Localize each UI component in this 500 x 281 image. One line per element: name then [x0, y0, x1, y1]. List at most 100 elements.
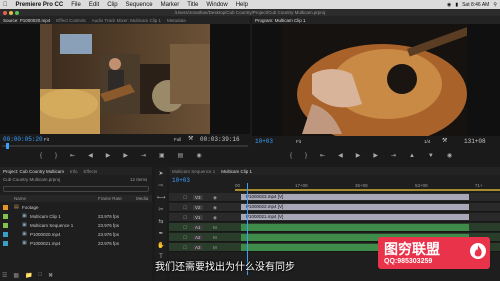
extract-icon[interactable]: ▼ [428, 153, 434, 159]
track-label[interactable]: V2 [193, 205, 203, 210]
menu-marker[interactable]: Marker [161, 2, 180, 8]
pen-tool-icon[interactable]: ✒ [158, 230, 163, 237]
play-icon[interactable]: ▶ [106, 153, 111, 159]
source-fit-dropdown[interactable]: Fit [44, 137, 49, 142]
project-list-item[interactable]: ▣ Multicam Clip 1 23.976 fps [0, 212, 152, 221]
battery-icon[interactable]: ▮ [455, 2, 458, 8]
razor-tool-icon[interactable]: ✂ [158, 206, 163, 213]
eye-icon[interactable]: ◉ [213, 215, 217, 221]
prog-step-forward-icon[interactable]: ▶ [373, 153, 378, 159]
project-list-item[interactable]: ▤ Footage [0, 203, 152, 212]
menu-sequence[interactable]: Sequence [126, 2, 153, 8]
menu-edit[interactable]: Edit [89, 2, 99, 8]
mute-button[interactable]: M [213, 225, 217, 230]
tab-program[interactable]: Program: Multicam Clip 1 [255, 18, 306, 23]
apple-icon[interactable]:  [3, 2, 8, 8]
label-color-swatch[interactable] [3, 241, 8, 246]
source-quality-dropdown[interactable]: Full [174, 137, 181, 142]
header-frame-rate[interactable]: Frame Rate [98, 196, 122, 201]
header-name[interactable]: Name [14, 196, 26, 201]
timeline-clip[interactable]: P1000023.mp4 [V] [241, 194, 469, 200]
step-forward-icon[interactable]: ▶ [123, 153, 128, 159]
search-icon[interactable]: ⚲ [493, 2, 497, 8]
project-search-input[interactable] [3, 186, 149, 192]
project-list-item[interactable]: ▣ P1000020.mp4 23.976 fps [0, 230, 152, 239]
eye-icon[interactable]: ◉ [213, 205, 217, 211]
tab-effects[interactable]: Effects [84, 169, 98, 174]
settings-wrench-icon[interactable]: ⚒ [188, 135, 193, 142]
ripple-edit-tool-icon[interactable]: ⟷ [157, 194, 166, 201]
label-color-swatch[interactable] [3, 223, 8, 228]
tab-audio-mixer[interactable]: Audio Track Mixer: Multicam Clip 1 [92, 18, 161, 23]
eye-icon[interactable]: ◉ [213, 195, 217, 201]
go-to-in-icon[interactable]: ⇤ [70, 153, 75, 159]
track-label[interactable]: A2 [193, 235, 203, 240]
insert-icon[interactable]: ▣ [159, 153, 165, 159]
selection-tool-icon[interactable]: ➤ [158, 170, 163, 177]
program-timecode[interactable]: 10+03 [255, 138, 273, 145]
timeline-clip[interactable]: P1000021.mp4 [V] [241, 214, 469, 220]
timeline-clip[interactable]: P1000022.mp4 [V] [241, 204, 469, 210]
project-list-item[interactable]: ▣ Multicam Sequence 1 23.976 fps [0, 221, 152, 230]
lock-icon[interactable]: ☐ [183, 235, 187, 241]
timeline-timecode[interactable]: 10+03 [172, 177, 190, 184]
menu-title[interactable]: Title [187, 2, 198, 8]
hand-tool-icon[interactable]: ✋ [157, 242, 164, 249]
export-frame-icon[interactable]: ◉ [196, 153, 201, 159]
go-to-out-icon[interactable]: ⇥ [141, 153, 146, 159]
source-playhead[interactable] [6, 143, 9, 149]
program-fit-dropdown[interactable]: Fit [296, 139, 301, 144]
label-color-swatch[interactable] [3, 205, 8, 210]
tab-metadata[interactable]: Metadata [167, 18, 186, 23]
zoom-window-button[interactable] [15, 10, 19, 15]
label-color-swatch[interactable] [3, 214, 8, 219]
track-label[interactable]: V3 [193, 195, 203, 200]
tab-effect-controls[interactable]: Effect Controls [56, 18, 85, 23]
icon-view-icon[interactable]: ▦ [13, 272, 19, 280]
lock-icon[interactable]: ☐ [183, 205, 187, 211]
wifi-icon[interactable]: ◉ [447, 2, 451, 8]
lock-icon[interactable]: ☐ [183, 225, 187, 231]
track-label[interactable]: V1 [193, 215, 203, 220]
slip-tool-icon[interactable]: ⇆ [158, 218, 163, 225]
mute-button[interactable]: M [213, 235, 217, 240]
prog-step-back-icon[interactable]: ◀ [338, 153, 343, 159]
source-viewer[interactable] [0, 24, 250, 134]
app-name[interactable]: Premiere Pro CC [16, 2, 64, 8]
menu-file[interactable]: File [71, 2, 81, 8]
tab-source[interactable]: Source: P1000020.mp4 [3, 18, 50, 23]
step-back-icon[interactable]: ◀ [88, 153, 93, 159]
menu-clip[interactable]: Clip [107, 2, 117, 8]
label-color-swatch[interactable] [3, 232, 8, 237]
prog-mark-in-button[interactable]: { [290, 153, 292, 159]
mute-button[interactable]: M [213, 245, 217, 250]
minimize-window-button[interactable] [9, 10, 13, 15]
trash-icon[interactable]: ✖ [48, 272, 53, 280]
lift-icon[interactable]: ▲ [409, 153, 415, 159]
mark-in-button[interactable]: { [40, 153, 42, 159]
prog-go-to-in-icon[interactable]: ⇤ [320, 153, 325, 159]
source-timecode-in[interactable]: 00:00:05:20 [3, 136, 43, 143]
prog-go-to-out-icon[interactable]: ⇥ [391, 153, 396, 159]
work-area-bar[interactable] [235, 189, 500, 191]
lock-icon[interactable]: ☐ [183, 215, 187, 221]
track-label[interactable]: A3 [193, 245, 203, 250]
menu-clock[interactable]: Sat 8:46 AM [462, 2, 489, 8]
tab-project[interactable]: Project: Cub Country Multicam [3, 169, 64, 174]
new-bin-icon[interactable]: 📁 [25, 272, 32, 280]
tab-info[interactable]: Info [70, 169, 78, 174]
program-viewer[interactable] [252, 24, 500, 144]
track-select-tool-icon[interactable]: ⇨ [158, 182, 163, 189]
overwrite-icon[interactable]: ▤ [178, 153, 184, 159]
prog-play-icon[interactable]: ▶ [356, 153, 361, 159]
lock-icon[interactable]: ☐ [183, 195, 187, 201]
lock-icon[interactable]: ☐ [183, 245, 187, 251]
menu-window[interactable]: Window [206, 2, 227, 8]
program-settings-icon[interactable]: ⚒ [442, 137, 447, 144]
source-scrub-bar[interactable] [2, 145, 248, 147]
audio-clip[interactable] [241, 224, 469, 231]
tab-multicam-sequence[interactable]: Multicam Sequence 1 [172, 169, 215, 174]
menu-help[interactable]: Help [236, 2, 248, 8]
project-list-item[interactable]: ▣ P1000021.mp4 23.976 fps [0, 239, 152, 248]
prog-mark-out-button[interactable]: } [305, 153, 307, 159]
